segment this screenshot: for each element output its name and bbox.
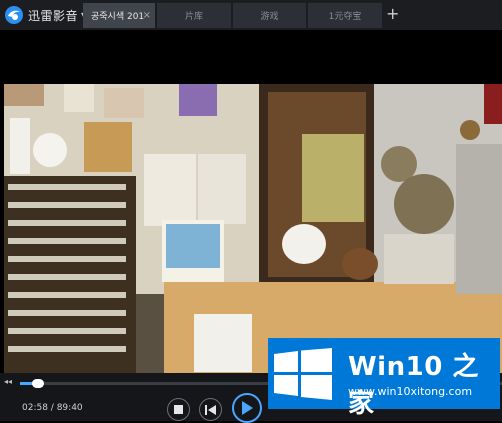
tab-label: 片库 [184, 12, 203, 22]
stop-button[interactable] [167, 398, 190, 421]
close-icon[interactable]: × [143, 10, 151, 21]
tab-current-video[interactable]: 공죽시색 201 × [83, 3, 155, 28]
video-scene-image [4, 84, 502, 373]
progress-handle[interactable] [32, 379, 44, 388]
rewind-icon[interactable]: ◂◂ [4, 377, 12, 386]
add-tab-icon[interactable]: + [386, 4, 399, 23]
video-frame[interactable] [4, 84, 502, 373]
previous-button[interactable] [199, 398, 222, 421]
stop-icon [174, 405, 183, 414]
tab-bar: 공죽시색 201 × 片库 游戏 1元夺宝 [83, 3, 384, 28]
play-button[interactable] [232, 393, 262, 423]
tab-treasure[interactable]: 1元夺宝 [308, 3, 382, 28]
tab-label: 1元夺宝 [328, 12, 362, 22]
tab-label: 游戏 [260, 12, 279, 22]
site-watermark: Win10 之家 www.win10xitong.com [268, 338, 500, 419]
play-icon [242, 401, 253, 415]
tab-library[interactable]: 片库 [157, 3, 231, 28]
tab-games[interactable]: 游戏 [233, 3, 306, 28]
time-separator: / [47, 403, 57, 413]
time-display: 02:58 / 89:40 [22, 403, 83, 413]
watermark-url: www.win10xitong.com [348, 385, 473, 398]
total-time: 89:40 [56, 403, 83, 413]
app-name: 迅雷影音 [28, 8, 79, 23]
current-time: 02:58 [22, 403, 48, 413]
app-menu[interactable]: 迅雷影音 ▼ [4, 4, 87, 26]
watermark-title: Win10 之家 [348, 352, 479, 419]
skip-previous-icon [205, 404, 216, 415]
windows-logo-icon [274, 348, 332, 400]
tab-label: 공죽시색 201 [91, 12, 145, 22]
thunder-player-logo-icon [5, 6, 23, 24]
title-bar: 迅雷影音 ▼ 공죽시색 201 × 片库 游戏 1元夺宝 + [0, 0, 502, 30]
